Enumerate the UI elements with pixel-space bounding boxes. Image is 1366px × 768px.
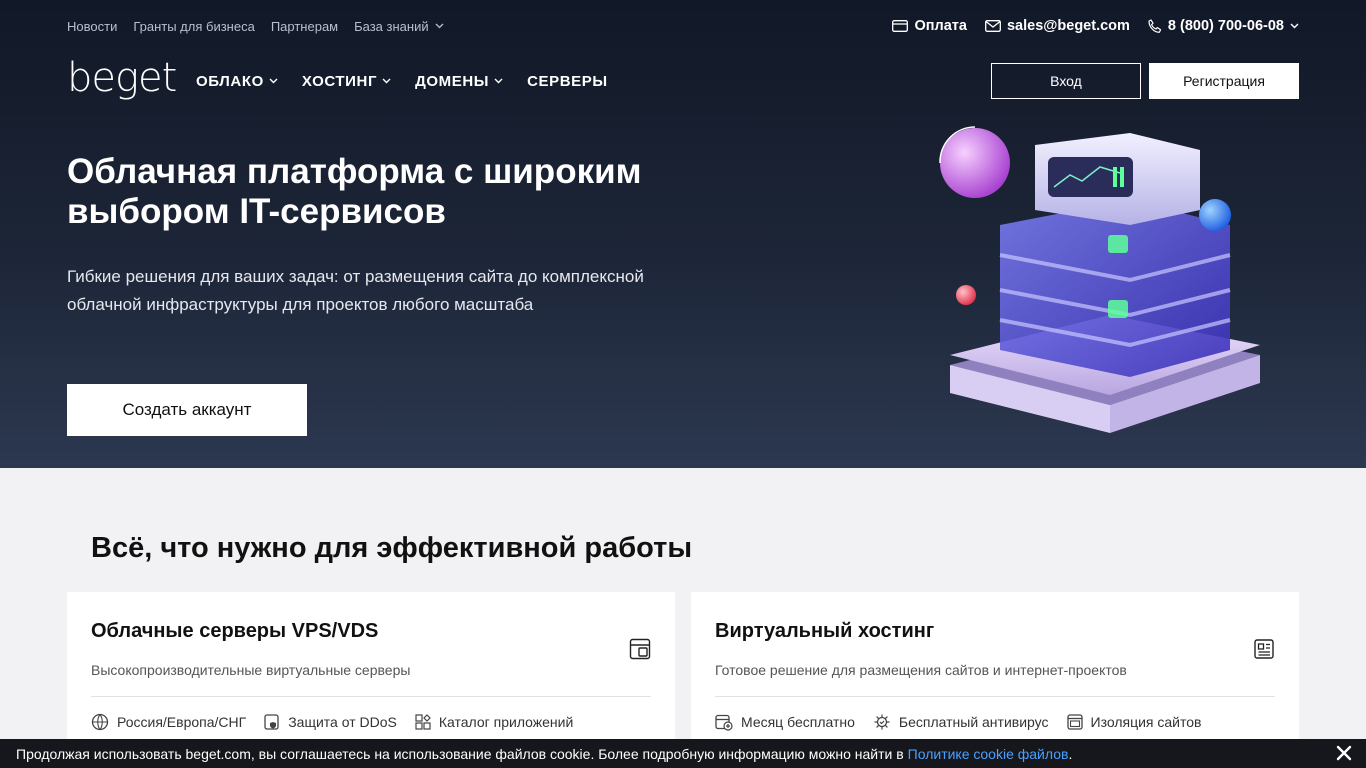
hero-subtitle: Гибкие решения для ваших задач: от разме…	[67, 267, 644, 314]
top-link-knowledge-base[interactable]: База знаний	[354, 19, 444, 34]
chevron-down-icon	[1290, 23, 1299, 29]
apps-icon	[415, 714, 431, 730]
create-account-button[interactable]: Создать аккаунт	[67, 384, 307, 436]
login-button[interactable]: Вход	[991, 63, 1141, 99]
hero-section: Новости Гранты для бизнеса Партнерам Баз…	[0, 0, 1366, 468]
feature-item: Каталог приложений	[415, 713, 573, 731]
card-divider	[91, 696, 651, 697]
cloud-server-icon	[629, 638, 651, 660]
nav-item-servers-label: СЕРВЕРЫ	[527, 72, 608, 90]
nav-item-domains-label: ДОМЕНЫ	[415, 72, 490, 90]
nav-item-hosting[interactable]: ХОСТИНГ	[302, 73, 391, 90]
close-icon[interactable]	[1336, 745, 1352, 761]
contacts: Оплата sales@beget.com 8 (800) 700-06-08	[892, 18, 1299, 34]
card-icon	[892, 20, 909, 32]
globe-icon	[91, 713, 109, 731]
feature-item: Россия/Европа/СНГ	[91, 713, 246, 731]
hosting-card-desc: Готовое решение для размещения сайтов и …	[715, 662, 1127, 678]
hero-title: Облачная платформа с широким выбором IT-…	[67, 152, 642, 231]
vps-features: Россия/Европа/СНГ Защита от DDoS Каталог…	[91, 713, 573, 731]
nav-item-servers[interactable]: СЕРВЕРЫ	[527, 73, 608, 90]
top-link-partners[interactable]: Партнерам	[271, 19, 338, 34]
feature-label: Месяц бесплатно	[741, 714, 855, 730]
vps-card-title: Облачные серверы VPS/VDS	[91, 620, 379, 642]
email-link[interactable]: sales@beget.com	[985, 18, 1130, 34]
mail-icon	[985, 20, 1001, 32]
nav-item-cloud[interactable]: ОБЛАКО	[196, 73, 278, 90]
chevron-down-icon	[269, 78, 278, 84]
nav-item-cloud-label: ОБЛАКО	[196, 72, 264, 90]
card-divider	[715, 696, 1275, 697]
hosting-features: Месяц бесплатно Бесплатный антивирус Изо…	[715, 713, 1201, 731]
chevron-down-icon	[435, 23, 444, 29]
feature-label: Россия/Европа/СНГ	[117, 714, 247, 730]
register-button[interactable]: Регистрация	[1149, 63, 1299, 99]
cookie-policy-link[interactable]: Политике cookie файлов	[908, 746, 1069, 762]
top-link-knowledge-base-label: База знаний	[354, 18, 429, 34]
cookie-banner: Продолжая использовать beget.com, вы сог…	[0, 739, 1366, 768]
auth-buttons: Вход Регистрация	[991, 63, 1299, 99]
antivirus-icon	[874, 714, 890, 730]
phone-link[interactable]: 8 (800) 700-06-08	[1148, 18, 1299, 34]
hosting-icon	[1254, 639, 1274, 659]
shield-icon	[264, 714, 279, 730]
email-label: sales@beget.com	[1006, 18, 1130, 34]
cookie-tail: .	[1068, 745, 1073, 762]
top-link-news[interactable]: Новости	[67, 19, 117, 34]
feature-item: Изоляция сайтов	[1066, 713, 1202, 731]
payment-label: Оплата	[914, 18, 967, 34]
chevron-down-icon	[494, 78, 503, 84]
feature-label: Каталог приложений	[438, 714, 574, 730]
top-links: Новости Гранты для бизнеса Партнерам Баз…	[67, 19, 444, 34]
main-navbar: beget ОБЛАКО ХОСТИНГ ДОМЕНЫ СЕРВЕРЫ Вход…	[67, 56, 1299, 106]
isolation-icon	[1066, 714, 1083, 730]
logo[interactable]: beget	[67, 58, 196, 98]
top-bar: Новости Гранты для бизнеса Партнерам Баз…	[67, 0, 1299, 52]
feature-item: Защита от DDoS	[264, 713, 397, 731]
server-illustration	[939, 126, 1260, 433]
calendar-icon	[715, 714, 733, 731]
section-title: Всё, что нужно для эффективной работы	[91, 532, 693, 564]
feature-item: Бесплатный антивирус	[873, 713, 1049, 731]
feature-label: Защита от DDoS	[288, 714, 397, 730]
nav-item-domains[interactable]: ДОМЕНЫ	[415, 73, 503, 90]
chevron-down-icon	[382, 78, 391, 84]
feature-item: Месяц бесплатно	[715, 713, 855, 731]
feature-label: Бесплатный антивирус	[898, 714, 1049, 730]
nav-item-hosting-label: ХОСТИНГ	[301, 72, 378, 90]
main-nav: ОБЛАКО ХОСТИНГ ДОМЕНЫ СЕРВЕРЫ	[196, 73, 608, 90]
payment-link[interactable]: Оплата	[892, 18, 967, 34]
vps-card-desc: Высокопроизводительные виртуальные серве…	[91, 662, 411, 678]
feature-label: Изоляция сайтов	[1090, 714, 1202, 730]
cookie-text: Продолжая использовать beget.com, вы сог…	[16, 745, 904, 762]
phone-label: 8 (800) 700-06-08	[1167, 18, 1284, 34]
phone-icon	[1148, 18, 1162, 33]
top-link-grants[interactable]: Гранты для бизнеса	[133, 19, 255, 34]
hosting-card-title: Виртуальный хостинг	[715, 620, 935, 642]
